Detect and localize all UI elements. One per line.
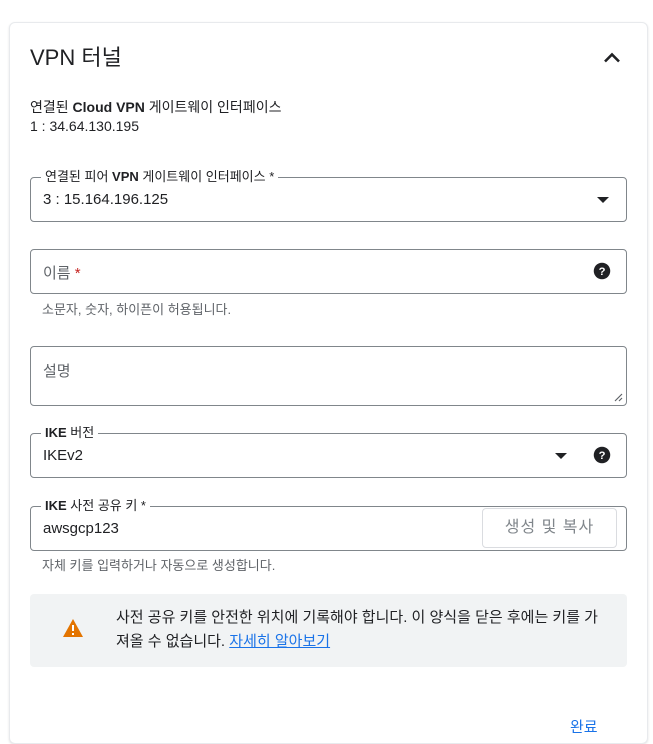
help-icon[interactable]: ? xyxy=(593,446,611,464)
ike-version-value: IKEv2 xyxy=(43,447,84,464)
ike-version-select[interactable]: IKE 버전 IKEv2 ? xyxy=(30,425,627,478)
cloud-gateway-label: 연결된 Cloud VPN 게이트웨이 인터페이스 xyxy=(30,99,282,115)
ike-key-label: IKE 사전 공유 키 * xyxy=(41,498,150,514)
done-button[interactable]: 완료 xyxy=(570,716,598,737)
collapse-button[interactable] xyxy=(598,44,626,72)
generate-copy-button[interactable]: 생성 및 복사 xyxy=(482,508,617,548)
warning-icon xyxy=(62,618,84,638)
svg-text:?: ? xyxy=(599,450,606,462)
name-helper-text: 소문자, 숫자, 하이픈이 허용됩니다. xyxy=(42,302,232,317)
dropdown-arrow-icon[interactable] xyxy=(555,453,567,459)
help-icon[interactable]: ? xyxy=(593,262,611,280)
name-input[interactable]: 이름 * ? xyxy=(30,249,627,294)
svg-text:?: ? xyxy=(599,266,606,278)
section-title: VPN 터널 xyxy=(30,45,122,70)
chevron-up-icon xyxy=(604,52,620,63)
ike-version-label: IKE 버전 xyxy=(41,425,99,441)
cloud-gateway-value: 1 : 34.64.130.195 xyxy=(30,118,139,134)
name-placeholder: 이름 * xyxy=(43,265,81,282)
resize-handle-icon[interactable] xyxy=(613,392,623,402)
warning-text: 사전 공유 키를 안전한 위치에 기록해야 합니다. 이 양식을 닫은 후에는 … xyxy=(116,609,598,650)
warning-banner: 사전 공유 키를 안전한 위치에 기록해야 합니다. 이 양식을 닫은 후에는 … xyxy=(30,594,627,667)
learn-more-link[interactable]: 자세히 알아보기 xyxy=(229,633,330,650)
ike-key-value: awsgcp123 xyxy=(43,520,119,537)
description-textarea[interactable]: 설명 xyxy=(30,346,627,406)
peer-gateway-select[interactable]: 연결된 피어 VPN 게이트웨이 인터페이스 * 3 : 15.164.196.… xyxy=(30,169,627,222)
ike-key-helper-text: 자체 키를 입력하거나 자동으로 생성합니다. xyxy=(42,558,276,573)
description-placeholder: 설명 xyxy=(43,363,71,380)
peer-gateway-label: 연결된 피어 VPN 게이트웨이 인터페이스 * xyxy=(41,169,279,185)
dropdown-arrow-icon[interactable] xyxy=(597,197,609,203)
peer-gateway-value: 3 : 15.164.196.125 xyxy=(43,191,169,208)
